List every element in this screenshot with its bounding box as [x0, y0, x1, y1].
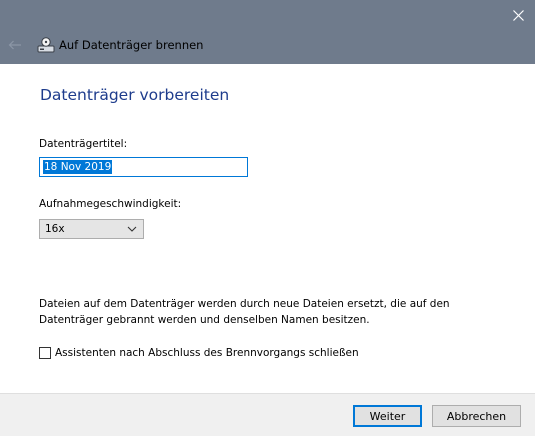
page-heading: Datenträger vorbereiten	[40, 86, 230, 104]
recording-speed-label: Aufnahmegeschwindigkeit:	[39, 198, 182, 210]
next-button[interactable]: Weiter	[353, 405, 422, 427]
close-wizard-option[interactable]: Assistenten nach Abschluss des Brennvorg…	[39, 347, 359, 359]
overwrite-info-text: Dateien auf dem Datenträger werden durch…	[39, 298, 450, 326]
close-wizard-checkbox-label[interactable]: Assistenten nach Abschluss des Brennvorg…	[55, 347, 359, 359]
disc-title-value: 18 Nov 2019	[43, 160, 113, 174]
close-button[interactable]	[501, 0, 535, 30]
title-bar: Auf Datenträger brennen	[0, 0, 535, 64]
recording-speed-select[interactable]: 16x	[39, 219, 144, 239]
back-button[interactable]	[6, 36, 24, 54]
back-arrow-icon	[8, 40, 21, 50]
close-icon	[512, 9, 524, 21]
burn-disc-icon	[37, 37, 55, 53]
close-wizard-checkbox[interactable]	[39, 347, 51, 359]
chevron-down-icon	[127, 226, 137, 232]
recording-speed-value: 16x	[45, 223, 65, 235]
disc-title-input[interactable]: 18 Nov 2019	[39, 157, 248, 177]
burn-disc-wizard-window: Auf Datenträger brennen Datenträger vorb…	[0, 0, 535, 436]
disc-title-label: Datenträgertitel:	[39, 138, 128, 150]
wizard-title: Auf Datenträger brennen	[59, 38, 204, 52]
footer-bar: Weiter Abbrechen	[0, 393, 535, 436]
cancel-button[interactable]: Abbrechen	[432, 405, 521, 427]
